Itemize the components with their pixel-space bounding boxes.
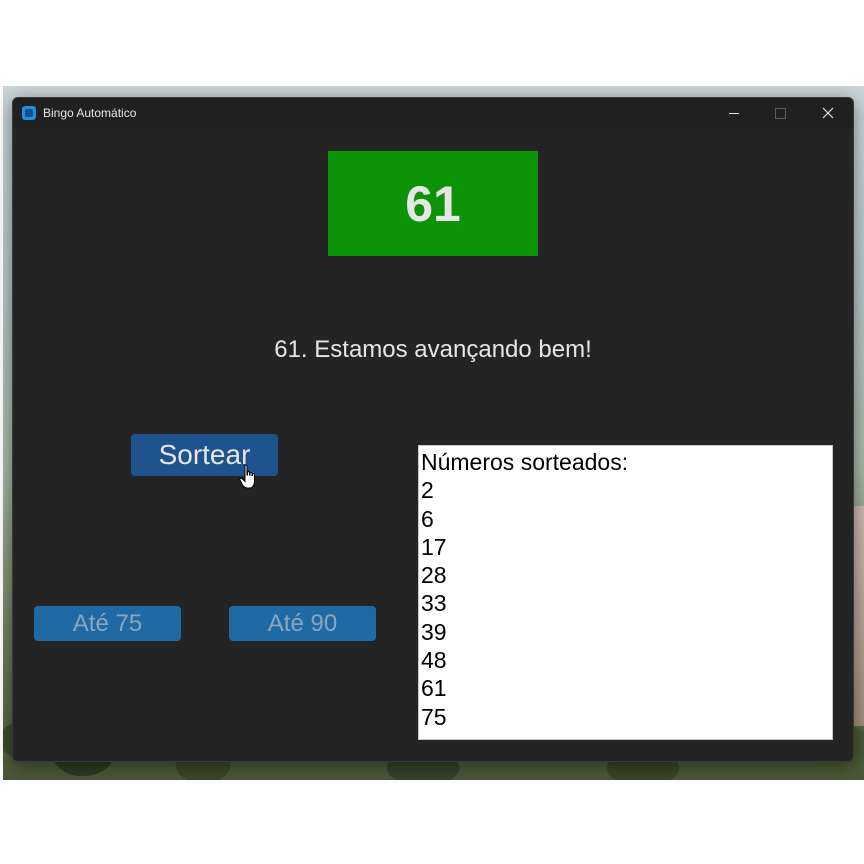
- ate-75-button[interactable]: Até 75: [34, 606, 181, 641]
- title-bar[interactable]: Bingo Automático: [13, 98, 853, 128]
- list-item: 28: [421, 562, 447, 589]
- window-title: Bingo Automático: [43, 106, 137, 120]
- list-item: 39: [421, 618, 447, 645]
- list-item: 61: [421, 675, 447, 702]
- current-number-display: 61: [328, 151, 538, 256]
- status-message: 61. Estamos avançando bem!: [274, 336, 592, 363]
- hand-pointer-cursor-icon: [239, 464, 255, 489]
- maximize-button[interactable]: [757, 98, 803, 128]
- app-window: Bingo Automático 61 61. Estamos avançand…: [12, 97, 854, 762]
- drawn-numbers-list[interactable]: Números sorteados: 2 6 17 28 33 39 48 61…: [418, 445, 833, 740]
- ate-90-button[interactable]: Até 90: [229, 606, 376, 641]
- list-item: 48: [421, 647, 447, 674]
- list-item: 17: [421, 533, 447, 560]
- list-item: 75: [421, 703, 447, 730]
- close-button[interactable]: [805, 98, 851, 128]
- list-item: 6: [421, 505, 434, 532]
- maximize-icon: [774, 107, 786, 119]
- minimize-icon: [729, 112, 739, 114]
- app-icon: [22, 106, 36, 120]
- list-item: 33: [421, 590, 447, 617]
- close-icon: [822, 107, 834, 119]
- drawn-numbers-header: Números sorteados:: [421, 449, 629, 475]
- list-item: 2: [421, 477, 434, 504]
- minimize-button[interactable]: [711, 98, 757, 128]
